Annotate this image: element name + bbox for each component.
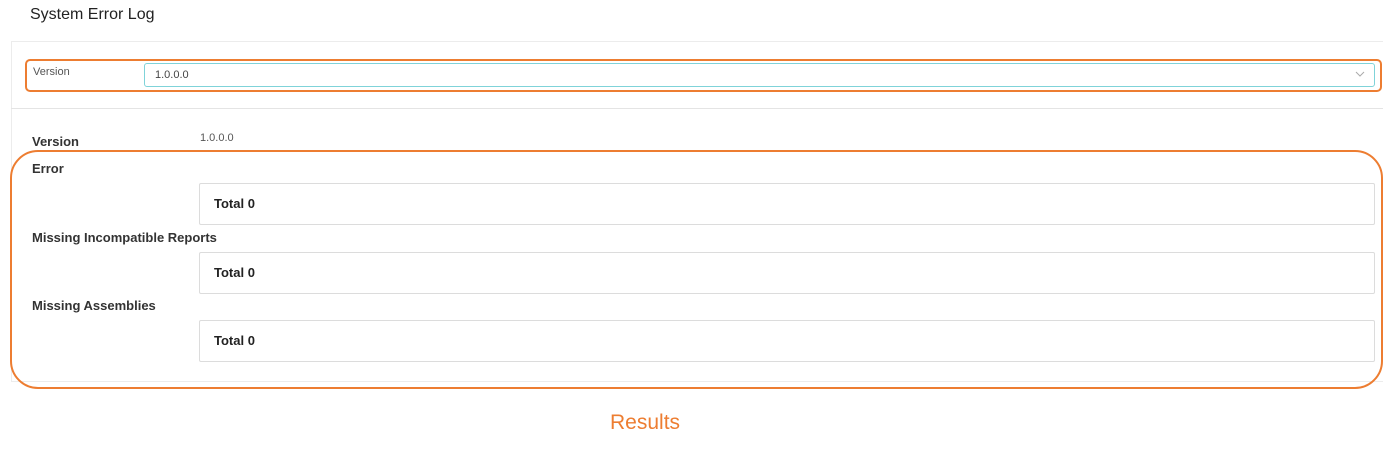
- error-total: Total 0: [214, 196, 255, 211]
- missing-assemblies-total: Total 0: [214, 333, 255, 348]
- missing-incompatible-reports-total: Total 0: [214, 265, 255, 280]
- results-caption: Results: [610, 411, 681, 434]
- missing-assemblies-label: Missing Assemblies: [32, 298, 156, 313]
- divider: [11, 108, 1383, 109]
- missing-incompatible-reports-total-box: Total 0: [199, 252, 1375, 294]
- version-value: 1.0.0.0: [200, 132, 234, 144]
- error-label: Error: [32, 161, 64, 176]
- page-title: System Error Log: [30, 6, 155, 23]
- missing-assemblies-total-box: Total 0: [199, 320, 1375, 362]
- missing-incompatible-reports-label: Missing Incompatible Reports: [32, 230, 217, 245]
- error-total-box: Total 0: [199, 183, 1375, 225]
- version-filter-label: Version: [33, 66, 70, 78]
- chevron-down-icon: [1355, 71, 1365, 77]
- version-label: Version: [32, 134, 79, 149]
- version-select-value: 1.0.0.0: [155, 69, 189, 81]
- version-select[interactable]: 1.0.0.0: [144, 63, 1375, 87]
